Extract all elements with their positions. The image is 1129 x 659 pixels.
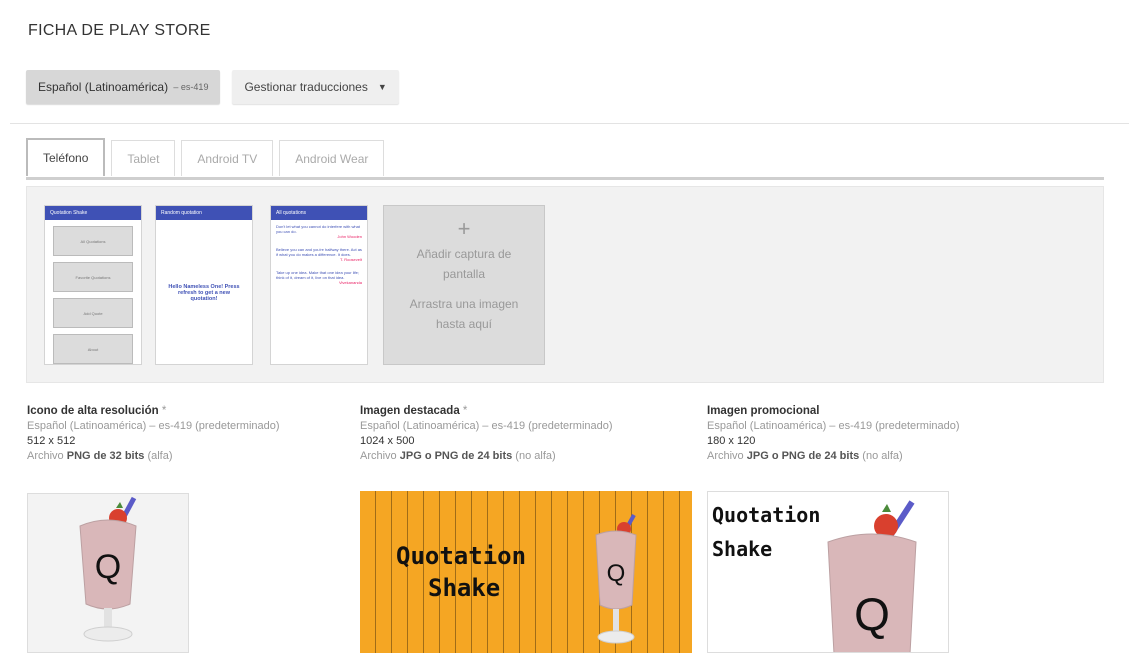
promo-title-word1: Quotation (712, 503, 821, 527)
add-screenshot-label: Añadir captura de pantalla (416, 247, 512, 281)
screenshot-thumbnail[interactable]: Quotation Shake All Quotations Favorite … (44, 205, 142, 365)
quote-text: Don't let what you cannot do interfere w… (276, 224, 360, 234)
asset-size: 1024 x 500 (360, 435, 415, 447)
milkshake-icon: Q (595, 514, 637, 644)
asset-title: Icono de alta resolución * (27, 405, 167, 417)
asset-size: 180 x 120 (707, 435, 756, 447)
divider (10, 123, 1129, 124)
tab-android-tv[interactable]: Android TV (181, 140, 274, 176)
promo-title-word2: Shake (712, 537, 773, 561)
screenshots-panel: Quotation Shake All Quotations Favorite … (26, 186, 1104, 383)
asset-file-format: Archivo JPG o PNG de 24 bits (no alfa) (707, 450, 903, 462)
manage-translations-label: Gestionar traducciones (244, 80, 368, 94)
q-letter: Q (854, 588, 890, 640)
chevron-down-icon: ▼ (377, 82, 387, 92)
asset-feature-graphic: Imagen destacada * Español (Latinoaméric… (360, 404, 613, 464)
language-label: Español (Latinoamérica) (38, 80, 169, 94)
feature-title-word1: Quotation (396, 542, 527, 570)
asset-language: Español (Latinoamérica) – es-419 (predet… (27, 420, 280, 432)
tabs-underline (26, 177, 1104, 180)
language-code: – es-419 (173, 82, 209, 92)
tab-android-wear[interactable]: Android Wear (279, 140, 385, 176)
plus-icon: + (457, 216, 471, 241)
asset-title: Imagen destacada * (360, 405, 468, 417)
language-selector: Español (Latinoamérica) – es-419 Gestion… (26, 70, 399, 104)
quote-text: Believe you can and you're halfway there… (276, 247, 362, 257)
tab-phone[interactable]: Teléfono (26, 138, 106, 176)
asset-language: Español (Latinoamérica) – es-419 (predet… (360, 420, 613, 432)
app-button: About (53, 334, 133, 364)
device-tabs: Teléfono Tablet Android TV Android Wear (26, 138, 385, 176)
app-toolbar: Random quotation (156, 206, 252, 220)
asset-promo-graphic: Imagen promocional Español (Latinoaméric… (707, 404, 960, 464)
quote-item: Take up one idea. Make that one idea you… (271, 266, 367, 289)
asset-title: Imagen promocional (707, 405, 820, 417)
app-toolbar: All quotations (271, 206, 367, 220)
drag-image-hint: Arrastra una imagen hasta aquí (409, 297, 519, 331)
asset-size: 512 x 512 (27, 435, 76, 447)
promo-graphic-image[interactable]: Quotation Shake Q (707, 491, 949, 653)
hires-icon-image[interactable]: Q (27, 493, 189, 653)
quote-item: Don't let what you cannot do interfere w… (271, 220, 367, 243)
app-message: Hello Nameless One! Press refresh to get… (168, 284, 240, 302)
q-letter: Q (607, 560, 626, 587)
manage-translations-button[interactable]: Gestionar traducciones ▼ (232, 70, 399, 104)
app-toolbar: Quotation Shake (45, 206, 141, 220)
app-button: Add Quote (53, 298, 133, 328)
feature-graphic-image[interactable]: Quotation Shake Q (360, 491, 692, 653)
asset-language: Español (Latinoamérica) – es-419 (predet… (707, 420, 960, 432)
screenshot-thumbnail[interactable]: All quotations Don't let what you cannot… (270, 205, 368, 365)
tab-tablet[interactable]: Tablet (111, 140, 176, 176)
quote-author: T. Roosevelt (339, 257, 362, 262)
quote-text: Take up one idea. Make that one idea you… (276, 270, 359, 280)
app-button: Favorite Quotations (53, 262, 133, 292)
asset-hires-icon: Icono de alta resolución * Español (Lati… (27, 404, 280, 464)
feature-title-word2: Shake (428, 574, 501, 602)
section-title: FICHA DE PLAY STORE (28, 22, 211, 39)
milkshake-icon: Q (79, 496, 137, 642)
add-screenshot-dropzone[interactable]: + Añadir captura de pantalla Arrastra un… (383, 205, 545, 365)
quote-item: Believe you can and you're halfway there… (271, 243, 367, 266)
q-letter: Q (95, 548, 121, 586)
quote-author: John Wooden (337, 234, 362, 239)
asset-file-format: Archivo JPG o PNG de 24 bits (no alfa) (360, 450, 556, 462)
asset-file-format: Archivo PNG de 32 bits (alfa) (27, 450, 173, 462)
milkshake-icon: Q (827, 500, 917, 652)
quote-author: Vivekananda (338, 280, 362, 285)
language-button-es-419[interactable]: Español (Latinoamérica) – es-419 (26, 70, 221, 104)
screenshot-thumbnail[interactable]: Random quotation Hello Nameless One! Pre… (155, 205, 253, 365)
app-button: All Quotations (53, 226, 133, 256)
